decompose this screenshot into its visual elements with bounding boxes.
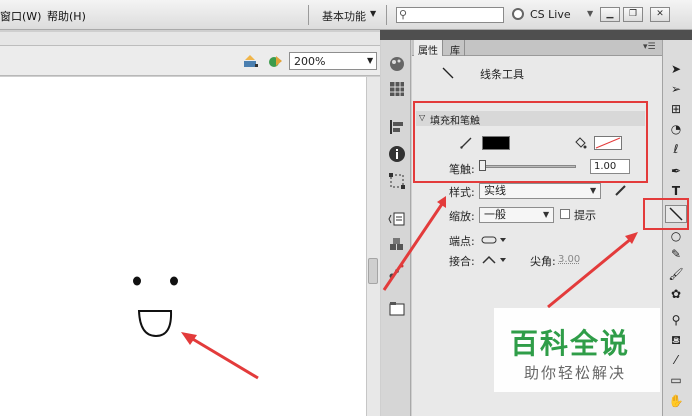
tab-properties[interactable]: 属性 (414, 40, 443, 57)
selection-icon[interactable]: ➤ (667, 61, 685, 77)
smiley-drawing (133, 276, 259, 380)
vertical-scrollbar[interactable] (366, 77, 380, 416)
scrollbar-thumb[interactable] (368, 258, 378, 284)
panel-header-strip (380, 30, 692, 40)
menu-divider (386, 5, 387, 25)
free-transform-icon[interactable]: ⊞ (667, 101, 685, 117)
zoom-select[interactable]: 200% (289, 52, 377, 70)
edit-scene-icon[interactable] (243, 54, 259, 68)
search-icon: ⚲ (399, 8, 408, 21)
restore-icon[interactable]: ❐ (623, 7, 643, 22)
color-palette-icon[interactable] (388, 55, 406, 73)
3d-rotation-icon[interactable]: ◔ (667, 121, 685, 137)
watermark-subtitle: 助你轻松解决 (524, 364, 627, 382)
line-tool-icon (442, 67, 454, 79)
chevron-down-icon[interactable]: ▼ (587, 9, 593, 18)
search-input[interactable]: ⚲ (396, 7, 504, 23)
lasso-icon[interactable]: ℓ (667, 141, 685, 157)
rectangle-icon[interactable]: ○ (667, 228, 685, 244)
window-menu[interactable]: 窗口(W) (0, 8, 41, 24)
annotation-box (413, 101, 648, 183)
eyedropper-icon[interactable]: ⁄ (667, 352, 685, 368)
deco-icon[interactable]: ✿ (667, 286, 685, 302)
cs-live-button[interactable]: CS Live (530, 8, 571, 21)
chevron-down-icon[interactable]: ▼ (367, 56, 373, 65)
eraser-icon[interactable]: ▭ (667, 372, 685, 388)
hand-icon[interactable]: ✋ (667, 393, 685, 409)
watermark-title: 百科全说 (510, 327, 631, 360)
workspace-switcher[interactable]: 基本功能 (322, 8, 366, 24)
document-tab-bar (0, 32, 380, 46)
info-icon[interactable] (388, 145, 406, 163)
tool-name: 线条工具 (480, 68, 524, 81)
cs-live-icon[interactable] (512, 8, 524, 20)
help-menu[interactable]: 帮助(H) (47, 8, 86, 24)
panel-menu-icon[interactable]: ▾☰ (643, 42, 656, 52)
chevron-down-icon[interactable]: ▼ (370, 9, 376, 18)
menu-divider (308, 5, 309, 25)
subselection-icon[interactable]: ➢ (667, 81, 685, 97)
align-icon[interactable] (388, 118, 406, 136)
text-icon[interactable]: T (667, 183, 685, 199)
close-icon[interactable]: ✕ (650, 7, 670, 22)
edit-symbol-icon[interactable] (268, 54, 284, 68)
bone-icon[interactable]: ⚲ (667, 312, 685, 328)
ink-bottle-icon[interactable]: ⛾ (667, 332, 685, 348)
minimize-icon[interactable]: ▁ (600, 7, 620, 22)
brush-icon[interactable]: 🖌 (667, 266, 685, 282)
annotation-box (643, 198, 689, 230)
swatches-icon[interactable] (388, 80, 406, 98)
pen-icon[interactable]: ✒ (667, 163, 685, 179)
tab-library[interactable]: 库 (446, 40, 465, 57)
pencil-icon[interactable]: ✎ (667, 246, 685, 262)
